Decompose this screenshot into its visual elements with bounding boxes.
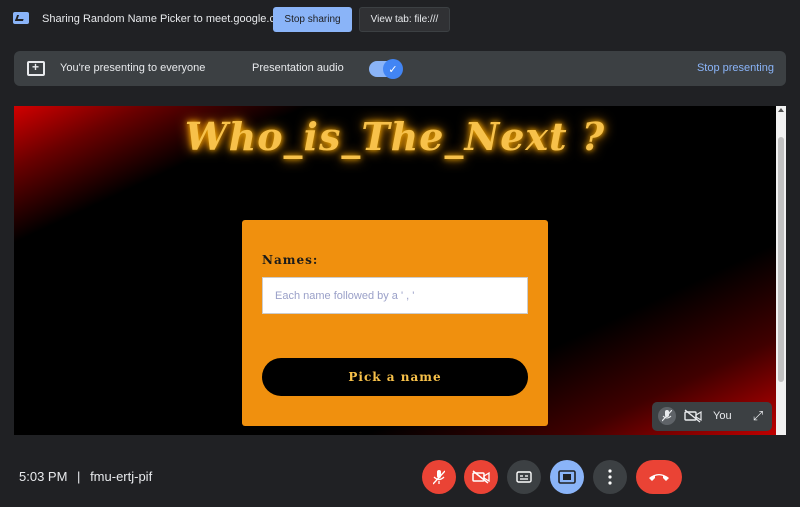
present-to-all-icon (27, 60, 45, 76)
view-tab-button[interactable]: View tab: file:/// (359, 7, 450, 32)
name-picker-card: Names: Pick a name (242, 220, 548, 426)
shared-screen-view: Who_is_The_Next ? Names: Pick a name (14, 106, 776, 435)
scrollbar[interactable] (776, 106, 786, 435)
mic-off-icon (658, 407, 676, 425)
present-now-button[interactable] (550, 460, 584, 494)
meeting-info: 5:03 PM | fmu-ertj-pif (19, 469, 152, 484)
camera-off-icon (684, 409, 702, 423)
leave-call-button[interactable] (636, 460, 682, 494)
self-view-label: You (713, 410, 732, 422)
mic-off-icon (433, 469, 445, 484)
presenting-status-text: You're presenting to everyone (60, 62, 206, 74)
scrollbar-thumb[interactable] (778, 137, 784, 382)
camera-off-icon (472, 470, 490, 484)
pick-name-button[interactable]: Pick a name (262, 358, 528, 396)
meeting-info-separator: | (77, 469, 81, 484)
closed-captions-icon (516, 471, 532, 483)
more-options-button[interactable] (593, 460, 627, 494)
toggle-camera-button[interactable] (464, 460, 498, 494)
more-vert-icon (608, 469, 612, 485)
call-end-icon (649, 474, 669, 481)
present-to-all-icon (558, 470, 576, 484)
meeting-controls-bar: 5:03 PM | fmu-ertj-pif (0, 444, 800, 507)
captions-button[interactable] (507, 460, 541, 494)
screen-share-bar: Sharing Random Name Picker to meet.googl… (0, 0, 800, 40)
check-icon: ✓ (383, 59, 403, 79)
meeting-code: fmu-ertj-pif (90, 469, 153, 484)
share-status-text: Sharing Random Name Picker to meet.googl… (42, 13, 291, 25)
expand-icon[interactable]: ⤢ (750, 408, 766, 424)
page-title: Who_is_The_Next ? (184, 114, 606, 159)
stop-sharing-button[interactable]: Stop sharing (273, 7, 352, 32)
toggle-microphone-button[interactable] (422, 460, 456, 494)
presentation-audio-toggle[interactable]: ✓ (369, 59, 403, 79)
screen-share-icon (13, 12, 29, 24)
meeting-time: 5:03 PM (19, 469, 68, 484)
names-label: Names: (262, 253, 319, 267)
stop-presenting-link[interactable]: Stop presenting (697, 62, 774, 74)
scroll-up-arrow-icon[interactable] (778, 108, 784, 112)
names-input[interactable] (262, 277, 528, 314)
self-view-tile[interactable]: You ⤢ (652, 402, 772, 431)
presenting-banner: You're presenting to everyone Presentati… (14, 51, 786, 86)
presentation-audio-label: Presentation audio (252, 62, 344, 74)
